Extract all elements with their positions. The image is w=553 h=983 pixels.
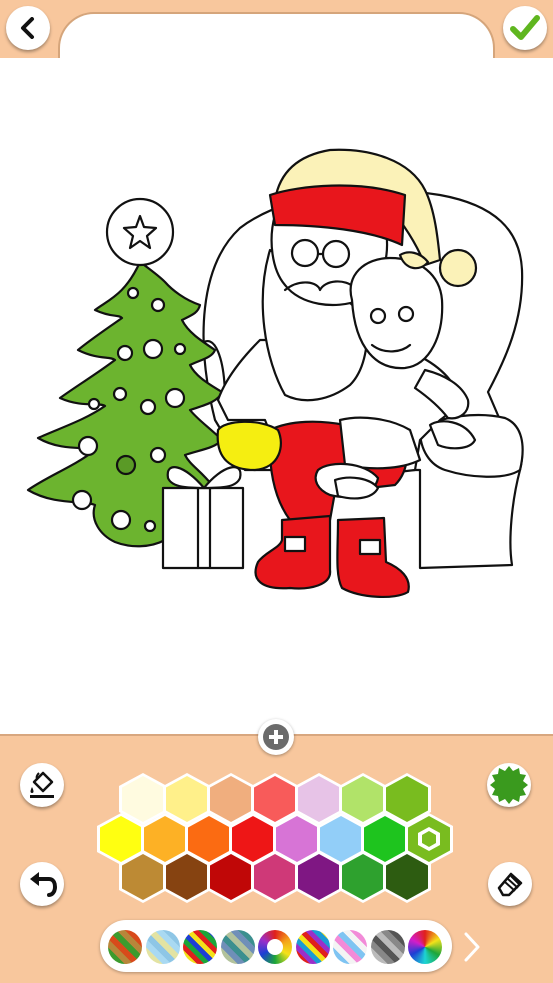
selected-swatch-marker (267, 939, 283, 955)
plus-icon (263, 724, 289, 750)
brush-size-button[interactable] (487, 763, 531, 807)
confirm-button[interactable] (503, 6, 547, 50)
palette-color-fill (386, 776, 428, 822)
zoom-button[interactable] (258, 719, 294, 755)
selected-color-marker-inner (422, 831, 436, 847)
palette-color-fill (342, 776, 384, 822)
checkmark-icon (510, 15, 540, 40)
texture-swatch-multicolor-warm[interactable] (108, 930, 142, 964)
back-button[interactable] (6, 6, 50, 50)
chevron-left-icon (21, 17, 34, 39)
texture-swatch-pink-blue-stripes[interactable] (333, 930, 367, 964)
santa-coloring-picture[interactable] (0, 58, 553, 734)
texture-swatch-gray-stripes[interactable] (370, 930, 405, 964)
gear-hex-icon (490, 766, 528, 804)
palette-color-fill (342, 854, 384, 900)
coloring-canvas[interactable] (0, 58, 553, 734)
eraser-icon (497, 872, 523, 897)
undo-button[interactable] (20, 862, 64, 906)
texture-swatch-rainbow-diagonal[interactable] (295, 930, 330, 964)
palette-color-fill (122, 854, 164, 900)
texture-swatch-rainbow-ring[interactable] (258, 930, 292, 964)
texture-swatch-multicolor-pastel[interactable] (145, 930, 180, 964)
chevron-right-icon (464, 932, 480, 962)
palette-color-fill (386, 854, 428, 900)
palette-color-fill (298, 854, 340, 900)
fill-tool-button[interactable] (20, 763, 64, 807)
eraser-button[interactable] (488, 862, 532, 906)
palette-color-fill (166, 776, 208, 822)
next-swatches-button[interactable] (458, 930, 484, 964)
texture-swatch-rainbow-stripes[interactable] (183, 930, 217, 964)
undo-arrow-icon (30, 872, 57, 897)
palette-color-fill (210, 776, 252, 822)
palette-color-fill (254, 854, 296, 900)
texture-swatch-bar (100, 920, 452, 972)
palette-color-fill (210, 854, 252, 900)
palette-color-fill (254, 776, 296, 822)
texture-swatch-rainbow-wheel[interactable] (408, 930, 442, 964)
palette-color-fill (298, 776, 340, 822)
palette-color-fill (166, 854, 208, 900)
texture-swatch-gray-teal-stripes[interactable] (220, 930, 255, 964)
paint-bucket-icon (30, 771, 54, 798)
top-toolbar (0, 0, 553, 58)
title-tab (58, 12, 495, 58)
palette-color-fill (122, 776, 164, 822)
